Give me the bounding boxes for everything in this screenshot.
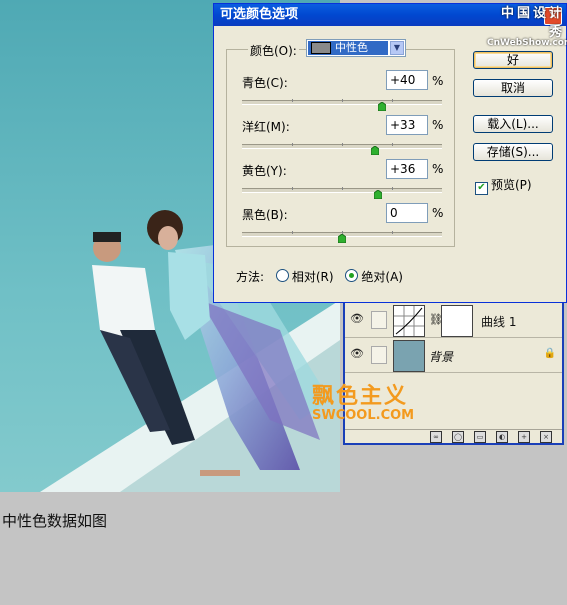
absolute-radio[interactable] (345, 269, 359, 282)
percent-label: % (432, 118, 444, 132)
black-label: 黑色(B): (242, 208, 288, 222)
relative-radio[interactable] (275, 269, 289, 282)
slider-tick (292, 99, 293, 102)
slider-tick (292, 187, 293, 190)
cyan-label: 青色(C): (242, 76, 288, 90)
yellow-label: 黄色(Y): (242, 164, 287, 178)
method-group: 方法: 相对(R) 绝对(A) (236, 268, 403, 285)
slider-knob[interactable] (377, 96, 387, 112)
layer-row-curves[interactable]: 👁 ⛓ 曲线 1 (345, 303, 562, 338)
layers-toolbar: ∞ ◯ ▭ ◐ + × (345, 429, 562, 443)
eye-icon[interactable]: 👁 (349, 313, 365, 325)
new-layer-icon[interactable]: + (518, 430, 530, 443)
adjustment-layer-icon[interactable]: ◐ (496, 430, 508, 443)
method-label: 方法: (236, 270, 265, 284)
slider-tick (342, 143, 343, 146)
percent-label: % (432, 206, 444, 220)
magenta-input[interactable]: +33 (386, 115, 428, 135)
slider-tick (292, 231, 293, 234)
yellow-input[interactable]: +36 (386, 159, 428, 179)
layer-name: 曲线 1 (481, 315, 517, 329)
yellow-slider-track[interactable] (242, 187, 442, 200)
site-watermark: 中国设计秀 CnWebShow.com (487, 2, 567, 48)
ok-button[interactable]: 好 (473, 51, 553, 69)
brand-watermark-en: SWCOOL.COM (312, 408, 415, 423)
percent-label: % (432, 162, 444, 176)
preview-label: 预览(P) (491, 178, 532, 192)
slider-knob[interactable] (337, 228, 347, 244)
layers-panel: 👁 ⛓ 曲线 1 👁 背景 🔒 ∞ ◯ ▭ ◐ + × (343, 303, 564, 445)
caption-text: 中性色数据如图 (2, 512, 108, 530)
chevron-down-icon[interactable]: ▼ (390, 41, 404, 55)
black-slider-track[interactable] (242, 231, 442, 244)
brand-watermark-cn: 飘色主义 (312, 384, 409, 409)
preview-checkbox[interactable]: ✔ (475, 182, 488, 195)
slider-tick (392, 187, 393, 190)
colors-dropdown[interactable]: 中性色 ▼ (306, 39, 406, 57)
eye-icon[interactable]: 👁 (349, 348, 365, 360)
slider-tick (392, 231, 393, 234)
slider-tick (292, 143, 293, 146)
cancel-button[interactable]: 取消 (473, 79, 553, 97)
curves-thumbnail-icon (393, 305, 425, 337)
preview-checkbox-wrap[interactable]: ✔ 预览(P) (475, 176, 532, 195)
percent-label: % (432, 74, 444, 88)
magenta-label: 洋红(M): (242, 120, 290, 134)
link-layers-icon[interactable]: ∞ (430, 430, 442, 443)
trash-icon[interactable]: × (540, 430, 552, 443)
load-button[interactable]: 载入(L)... (473, 115, 553, 133)
slider-tick (342, 99, 343, 102)
colors-label: 颜色(O): (248, 42, 299, 59)
slider-tick (342, 187, 343, 190)
brand-watermark: 飘色主义 SWCOOL.COM (312, 378, 414, 423)
slider-tick (392, 143, 393, 146)
layer-row-background[interactable]: 👁 背景 🔒 (345, 338, 562, 373)
lock-icon: 🔒 (543, 348, 556, 359)
save-button[interactable]: 存储(S)... (473, 143, 553, 161)
add-mask-icon[interactable]: ◯ (452, 430, 464, 443)
relative-label: 相对(R) (291, 270, 334, 284)
site-watermark-cn: 中国设计秀 (500, 6, 565, 40)
absolute-label: 绝对(A) (361, 270, 403, 284)
layer-name: 背景 (429, 350, 454, 364)
selective-color-dialog: 可选颜色选项 ✕ 颜色(O): 中性色 ▼ 青色(C): +40 % 洋红(M)… (213, 3, 567, 303)
magenta-slider-track[interactable] (242, 143, 442, 156)
site-watermark-en: CnWebShow.com (487, 38, 567, 48)
cyan-slider-track[interactable] (242, 99, 442, 112)
layer-link-box[interactable] (371, 311, 387, 329)
layer-mask-thumbnail (441, 305, 473, 337)
slider-tick (392, 99, 393, 102)
black-input[interactable]: 0 (386, 203, 428, 223)
layer-link-box[interactable] (371, 346, 387, 364)
colors-dropdown-value: 中性色 (335, 41, 368, 54)
neutral-swatch-icon (311, 42, 331, 54)
background-thumbnail (393, 340, 425, 372)
cyan-input[interactable]: +40 (386, 70, 428, 90)
new-group-icon[interactable]: ▭ (474, 430, 486, 443)
slider-knob[interactable] (373, 184, 383, 200)
slider-knob[interactable] (370, 140, 380, 156)
